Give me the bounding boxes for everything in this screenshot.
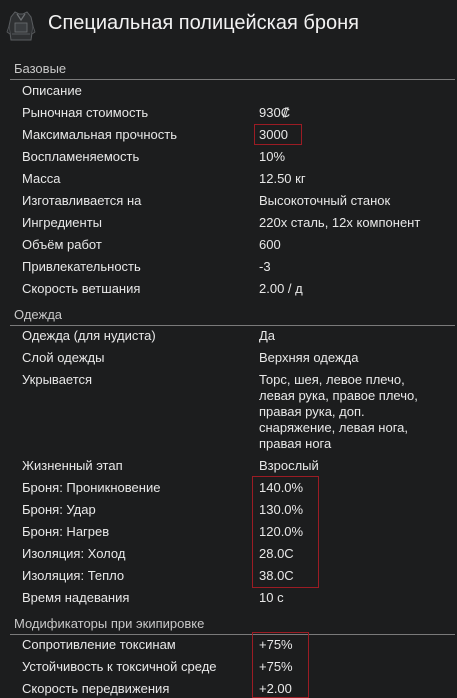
crafted-at-value: Высокоточный станок [259, 193, 391, 208]
section-divider [10, 325, 455, 326]
section-equip-modifiers-label: Модификаторы при экипировке [14, 616, 205, 631]
market-value-value: 930₡ [259, 105, 291, 120]
market-value-label[interactable]: Рыночная стоимость [22, 105, 148, 120]
equip-delay-value: 10 с [259, 590, 284, 605]
window-header: Специальная полицейская броня [0, 0, 457, 56]
description-label[interactable]: Описание [22, 83, 82, 98]
deterioration-label[interactable]: Скорость ветшания [22, 281, 140, 296]
layer-label[interactable]: Слой одежды [22, 350, 104, 365]
page-title: Специальная полицейская броня [48, 12, 359, 34]
section-divider [10, 79, 455, 80]
highlight-box-modifiers [252, 632, 309, 698]
section-clothing-label: Одежда [14, 307, 63, 322]
insulation-cold-label[interactable]: Изоляция: Холод [22, 546, 125, 561]
section-basic-label: Базовые [14, 61, 67, 76]
section-divider [10, 634, 455, 635]
section-equip-modifiers: Модификаторы при экипировке [10, 615, 455, 635]
life-stage-label[interactable]: Жизненный этап [22, 458, 123, 473]
max-hp-label[interactable]: Максимальная прочность [22, 127, 177, 142]
nudist-label[interactable]: Одежда (для нудиста) [22, 328, 156, 343]
covers-label[interactable]: Укрывается [22, 372, 92, 387]
mass-label[interactable]: Масса [22, 171, 60, 186]
work-to-make-value: 600 [259, 237, 281, 252]
beauty-label[interactable]: Привлекательность [22, 259, 141, 274]
ingredients-value: 220x сталь, 12x компонент [259, 215, 421, 230]
ingredients-label[interactable]: Ингредиенты [22, 215, 102, 230]
armor-blunt-label[interactable]: Броня: Удар [22, 502, 96, 517]
equip-delay-label[interactable]: Время надевания [22, 590, 129, 605]
layer-value: Верхняя одежда [259, 350, 359, 365]
mass-value: 12.50 кг [259, 171, 306, 186]
work-to-make-label[interactable]: Объём работ [22, 237, 102, 252]
insulation-heat-label[interactable]: Изоляция: Тепло [22, 568, 124, 583]
armor-sharp-label[interactable]: Броня: Проникновение [22, 480, 160, 495]
armor-vest-icon [6, 10, 36, 44]
highlight-box-max-hp [254, 124, 302, 145]
toxic-env-resistance-label[interactable]: Устойчивость к токсичной среде [22, 659, 217, 674]
life-stage-value: Взрослый [259, 458, 319, 473]
crafted-at-label[interactable]: Изготавливается на [22, 193, 141, 208]
flammability-label[interactable]: Воспламеняемость [22, 149, 139, 164]
highlight-box-armor-insulation [252, 476, 319, 588]
move-speed-label[interactable]: Скорость передвижения [22, 681, 169, 696]
section-basic: Базовые [10, 60, 455, 80]
toxic-resistance-label[interactable]: Сопротивление токсинам [22, 637, 176, 652]
nudist-value: Да [259, 328, 276, 343]
armor-heat-label[interactable]: Броня: Нагрев [22, 524, 109, 539]
deterioration-value: 2.00 / д [259, 281, 303, 296]
section-clothing: Одежда [10, 306, 455, 326]
beauty-value: -3 [259, 259, 271, 274]
covers-value: Торс, шея, левое плечо, левая рука, прав… [259, 372, 418, 451]
flammability-value: 10% [259, 149, 286, 164]
